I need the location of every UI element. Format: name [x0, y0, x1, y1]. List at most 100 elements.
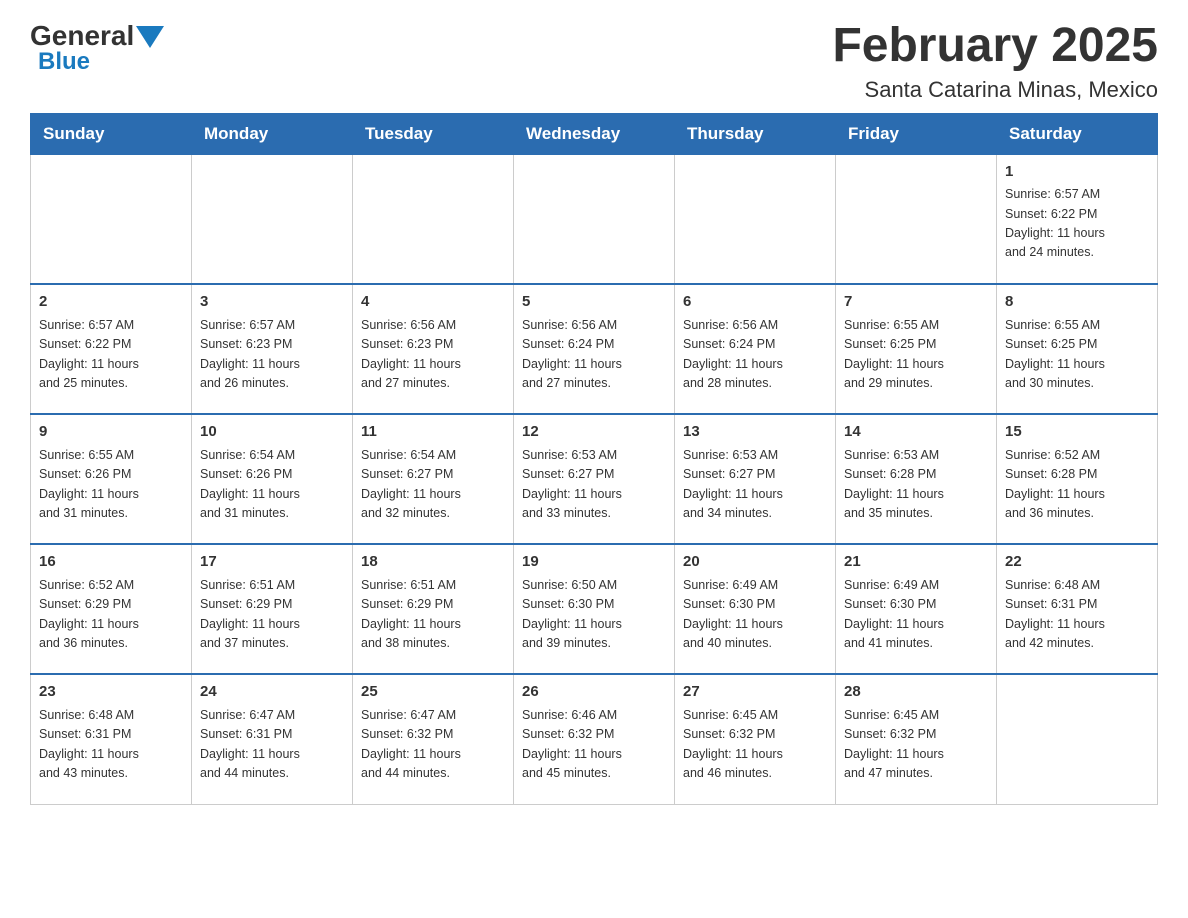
day-info: Sunrise: 6:52 AMSunset: 6:28 PMDaylight:… — [1005, 446, 1149, 524]
day-info: Sunrise: 6:50 AMSunset: 6:30 PMDaylight:… — [522, 576, 666, 654]
day-number: 2 — [39, 291, 183, 314]
day-info: Sunrise: 6:56 AMSunset: 6:24 PMDaylight:… — [683, 316, 827, 394]
table-row: 12Sunrise: 6:53 AMSunset: 6:27 PMDayligh… — [514, 414, 675, 544]
day-number: 26 — [522, 681, 666, 704]
table-row: 5Sunrise: 6:56 AMSunset: 6:24 PMDaylight… — [514, 284, 675, 414]
table-row: 2Sunrise: 6:57 AMSunset: 6:22 PMDaylight… — [31, 284, 192, 414]
table-row: 21Sunrise: 6:49 AMSunset: 6:30 PMDayligh… — [836, 544, 997, 674]
calendar-title: February 2025 — [832, 20, 1158, 73]
day-number: 21 — [844, 551, 988, 574]
day-number: 16 — [39, 551, 183, 574]
day-number: 15 — [1005, 421, 1149, 444]
table-row: 16Sunrise: 6:52 AMSunset: 6:29 PMDayligh… — [31, 544, 192, 674]
day-info: Sunrise: 6:51 AMSunset: 6:29 PMDaylight:… — [200, 576, 344, 654]
table-row: 19Sunrise: 6:50 AMSunset: 6:30 PMDayligh… — [514, 544, 675, 674]
day-number: 5 — [522, 291, 666, 314]
day-number: 13 — [683, 421, 827, 444]
day-number: 4 — [361, 291, 505, 314]
table-row — [31, 154, 192, 284]
table-row: 11Sunrise: 6:54 AMSunset: 6:27 PMDayligh… — [353, 414, 514, 544]
day-number: 17 — [200, 551, 344, 574]
day-number: 9 — [39, 421, 183, 444]
day-info: Sunrise: 6:48 AMSunset: 6:31 PMDaylight:… — [1005, 576, 1149, 654]
day-info: Sunrise: 6:54 AMSunset: 6:26 PMDaylight:… — [200, 446, 344, 524]
table-row: 26Sunrise: 6:46 AMSunset: 6:32 PMDayligh… — [514, 674, 675, 804]
day-info: Sunrise: 6:48 AMSunset: 6:31 PMDaylight:… — [39, 706, 183, 784]
table-row: 1Sunrise: 6:57 AMSunset: 6:22 PMDaylight… — [997, 154, 1158, 284]
table-row: 23Sunrise: 6:48 AMSunset: 6:31 PMDayligh… — [31, 674, 192, 804]
col-sunday: Sunday — [31, 113, 192, 154]
day-number: 28 — [844, 681, 988, 704]
day-number: 22 — [1005, 551, 1149, 574]
day-info: Sunrise: 6:53 AMSunset: 6:28 PMDaylight:… — [844, 446, 988, 524]
day-number: 19 — [522, 551, 666, 574]
day-number: 24 — [200, 681, 344, 704]
table-row — [514, 154, 675, 284]
day-info: Sunrise: 6:53 AMSunset: 6:27 PMDaylight:… — [522, 446, 666, 524]
table-row — [353, 154, 514, 284]
col-monday: Monday — [192, 113, 353, 154]
table-row: 20Sunrise: 6:49 AMSunset: 6:30 PMDayligh… — [675, 544, 836, 674]
day-info: Sunrise: 6:49 AMSunset: 6:30 PMDaylight:… — [683, 576, 827, 654]
table-row: 7Sunrise: 6:55 AMSunset: 6:25 PMDaylight… — [836, 284, 997, 414]
calendar-subtitle: Santa Catarina Minas, Mexico — [832, 77, 1158, 103]
table-row: 15Sunrise: 6:52 AMSunset: 6:28 PMDayligh… — [997, 414, 1158, 544]
table-row: 24Sunrise: 6:47 AMSunset: 6:31 PMDayligh… — [192, 674, 353, 804]
table-row: 13Sunrise: 6:53 AMSunset: 6:27 PMDayligh… — [675, 414, 836, 544]
table-row: 4Sunrise: 6:56 AMSunset: 6:23 PMDaylight… — [353, 284, 514, 414]
col-wednesday: Wednesday — [514, 113, 675, 154]
day-number: 8 — [1005, 291, 1149, 314]
table-row — [675, 154, 836, 284]
day-info: Sunrise: 6:47 AMSunset: 6:31 PMDaylight:… — [200, 706, 344, 784]
day-info: Sunrise: 6:56 AMSunset: 6:24 PMDaylight:… — [522, 316, 666, 394]
day-number: 3 — [200, 291, 344, 314]
day-info: Sunrise: 6:49 AMSunset: 6:30 PMDaylight:… — [844, 576, 988, 654]
day-info: Sunrise: 6:54 AMSunset: 6:27 PMDaylight:… — [361, 446, 505, 524]
table-row — [836, 154, 997, 284]
day-number: 10 — [200, 421, 344, 444]
table-row: 22Sunrise: 6:48 AMSunset: 6:31 PMDayligh… — [997, 544, 1158, 674]
day-info: Sunrise: 6:45 AMSunset: 6:32 PMDaylight:… — [683, 706, 827, 784]
day-info: Sunrise: 6:55 AMSunset: 6:26 PMDaylight:… — [39, 446, 183, 524]
table-row: 10Sunrise: 6:54 AMSunset: 6:26 PMDayligh… — [192, 414, 353, 544]
day-number: 12 — [522, 421, 666, 444]
day-info: Sunrise: 6:55 AMSunset: 6:25 PMDaylight:… — [844, 316, 988, 394]
table-row: 14Sunrise: 6:53 AMSunset: 6:28 PMDayligh… — [836, 414, 997, 544]
day-info: Sunrise: 6:51 AMSunset: 6:29 PMDaylight:… — [361, 576, 505, 654]
day-number: 14 — [844, 421, 988, 444]
day-info: Sunrise: 6:52 AMSunset: 6:29 PMDaylight:… — [39, 576, 183, 654]
calendar-header-row: Sunday Monday Tuesday Wednesday Thursday… — [31, 113, 1158, 154]
page-header: General Blue February 2025 Santa Catarin… — [30, 20, 1158, 103]
col-saturday: Saturday — [997, 113, 1158, 154]
day-info: Sunrise: 6:46 AMSunset: 6:32 PMDaylight:… — [522, 706, 666, 784]
col-thursday: Thursday — [675, 113, 836, 154]
day-number: 18 — [361, 551, 505, 574]
table-row: 8Sunrise: 6:55 AMSunset: 6:25 PMDaylight… — [997, 284, 1158, 414]
col-tuesday: Tuesday — [353, 113, 514, 154]
table-row — [192, 154, 353, 284]
day-info: Sunrise: 6:57 AMSunset: 6:22 PMDaylight:… — [1005, 185, 1149, 263]
table-row: 17Sunrise: 6:51 AMSunset: 6:29 PMDayligh… — [192, 544, 353, 674]
day-info: Sunrise: 6:53 AMSunset: 6:27 PMDaylight:… — [683, 446, 827, 524]
day-info: Sunrise: 6:57 AMSunset: 6:22 PMDaylight:… — [39, 316, 183, 394]
logo-arrow-icon — [136, 26, 164, 48]
day-info: Sunrise: 6:56 AMSunset: 6:23 PMDaylight:… — [361, 316, 505, 394]
day-number: 25 — [361, 681, 505, 704]
logo: General Blue — [30, 20, 164, 76]
day-number: 27 — [683, 681, 827, 704]
logo-blue-text: Blue — [38, 48, 90, 75]
day-number: 11 — [361, 421, 505, 444]
day-info: Sunrise: 6:57 AMSunset: 6:23 PMDaylight:… — [200, 316, 344, 394]
day-number: 6 — [683, 291, 827, 314]
day-number: 7 — [844, 291, 988, 314]
table-row: 3Sunrise: 6:57 AMSunset: 6:23 PMDaylight… — [192, 284, 353, 414]
table-row: 6Sunrise: 6:56 AMSunset: 6:24 PMDaylight… — [675, 284, 836, 414]
table-row: 18Sunrise: 6:51 AMSunset: 6:29 PMDayligh… — [353, 544, 514, 674]
calendar-table: Sunday Monday Tuesday Wednesday Thursday… — [30, 113, 1158, 805]
day-info: Sunrise: 6:45 AMSunset: 6:32 PMDaylight:… — [844, 706, 988, 784]
day-number: 20 — [683, 551, 827, 574]
day-info: Sunrise: 6:55 AMSunset: 6:25 PMDaylight:… — [1005, 316, 1149, 394]
day-info: Sunrise: 6:47 AMSunset: 6:32 PMDaylight:… — [361, 706, 505, 784]
table-row — [997, 674, 1158, 804]
day-number: 23 — [39, 681, 183, 704]
